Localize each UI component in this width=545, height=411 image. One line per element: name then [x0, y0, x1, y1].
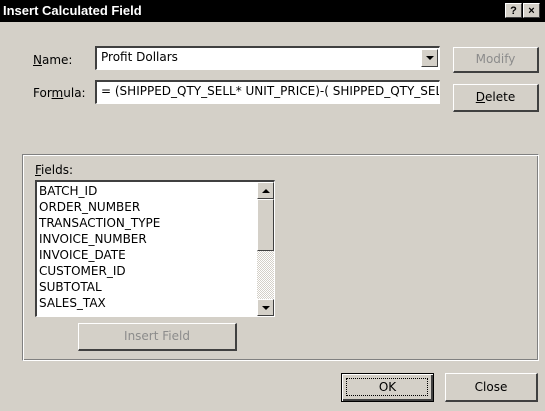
insert-field-button[interactable]: Insert Field [78, 323, 237, 351]
dialog-title: Insert Calculated Field [3, 3, 142, 18]
modify-button[interactable]: Modify [453, 47, 539, 73]
insert-calculated-field-dialog: Insert Calculated Field ? × Name: Profit… [0, 0, 545, 411]
chevron-down-icon[interactable] [421, 49, 438, 67]
formula-input[interactable]: = (SHIPPED_QTY_SELL* UNIT_PRICE)-( SHIPP… [95, 80, 440, 104]
list-item[interactable]: INVOICE_NUMBER [39, 231, 257, 247]
list-item[interactable]: INVOICE_DATE [39, 247, 257, 263]
title-bar[interactable]: Insert Calculated Field ? × [0, 0, 545, 22]
list-item[interactable]: CUSTOMER_ID [39, 263, 257, 279]
name-value: Profit Dollars [101, 50, 178, 64]
close-icon[interactable]: × [523, 3, 540, 18]
list-item[interactable]: ORDER_NUMBER [39, 199, 257, 215]
arrow-down-icon[interactable] [257, 299, 274, 316]
name-label: Name: [33, 53, 73, 67]
list-item[interactable]: SALES_TAX [39, 295, 257, 311]
close-button[interactable]: Close [445, 373, 538, 402]
delete-button[interactable]: Delete [453, 84, 539, 112]
name-combobox[interactable]: Profit Dollars [95, 46, 440, 70]
help-button[interactable]: ? [505, 3, 522, 18]
ok-button[interactable]: OK [341, 373, 434, 402]
scroll-thumb[interactable] [257, 199, 274, 251]
fields-scrollbar[interactable] [257, 182, 274, 316]
fields-listbox[interactable]: BATCH_ID ORDER_NUMBER TRANSACTION_TYPE INVO… [35, 180, 275, 317]
fields-label: Fields: [35, 163, 73, 177]
list-item[interactable]: SUBTOTAL [39, 279, 257, 295]
list-item[interactable]: TRANSACTION_TYPE [39, 215, 257, 231]
fields-list: BATCH_ID ORDER_NUMBER TRANSACTION_TYPE INVO… [39, 183, 257, 311]
arrow-up-icon[interactable] [257, 182, 274, 199]
formula-label: Formula: [33, 86, 86, 100]
list-item[interactable]: BATCH_ID [39, 183, 257, 199]
